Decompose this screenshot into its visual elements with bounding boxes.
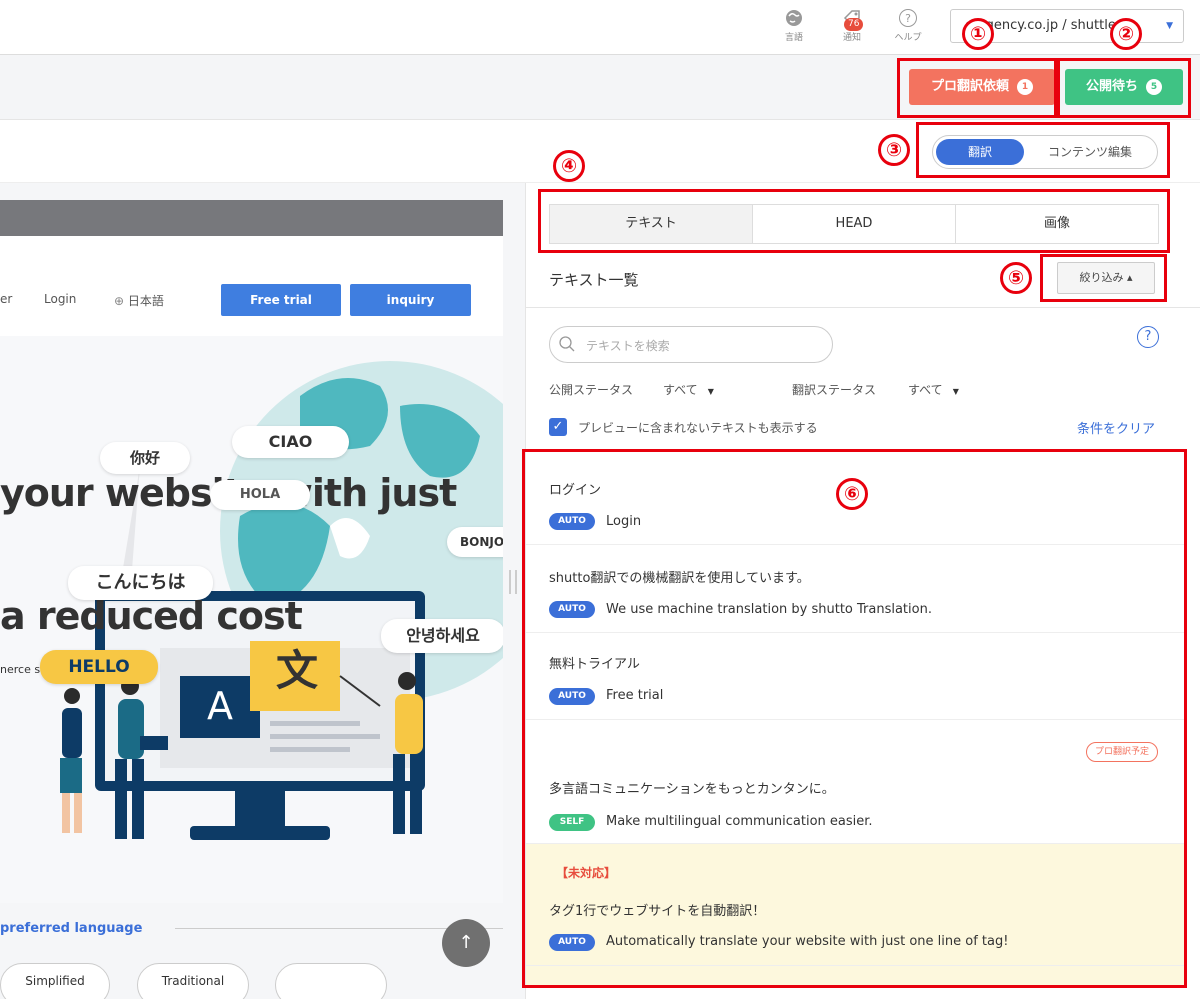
hero-heading-line2: a reduced cost (0, 594, 303, 638)
globe-icon: ⊕ (114, 294, 128, 308)
site-preview: er Login ⊕ 日本語 Free trial inquiry your w… (0, 183, 526, 999)
globe-icon (786, 10, 802, 26)
language-chip-other[interactable] (275, 963, 387, 999)
notification-count-badge: 76 (844, 18, 864, 31)
question-circle-icon[interactable]: ? (1137, 326, 1159, 348)
translation-status-select[interactable]: すべて ▼ (908, 381, 959, 398)
preview-nav-login[interactable]: Login (44, 292, 76, 306)
annotation-number-6: ⑥ (836, 478, 868, 510)
preview-hero: your website with just a reduced cost ne… (0, 336, 503, 903)
panel-divider (526, 307, 1200, 308)
search-placeholder: テキストを検索 (586, 339, 670, 353)
bubble-hola: HOLA (210, 480, 310, 510)
annotation-number-2: ② (1110, 18, 1142, 50)
search-icon (559, 336, 575, 352)
pane-resize-handle[interactable] (509, 570, 517, 594)
show-hidden-texts-label: プレビューに含まれないテキストも表示する (578, 421, 818, 435)
question-circle-icon: ? (899, 9, 917, 27)
language-label: 言語 (784, 33, 803, 43)
language-chip-simplified[interactable]: Simplified (0, 963, 110, 999)
help-menu[interactable]: ? ヘルプ (888, 8, 928, 43)
preview-nav-language-label: 日本語 (127, 294, 164, 308)
annotation-box-2 (1057, 58, 1191, 118)
show-hidden-texts-checkbox[interactable]: ✓ (549, 418, 567, 436)
svg-text:?: ? (905, 12, 911, 25)
clear-filters-link[interactable]: 条件をクリア (1077, 418, 1155, 437)
annotation-box-5 (1040, 254, 1167, 302)
annotation-number-5: ⑤ (1000, 262, 1032, 294)
publish-status-value: すべて (663, 383, 698, 397)
annotation-number-4: ④ (553, 150, 585, 182)
annotation-number-3: ③ (878, 134, 910, 166)
bubble-nihao: 你好 (100, 442, 190, 474)
translation-status-label: 翻訳ステータス (792, 383, 877, 397)
annotation-box-4 (538, 189, 1170, 253)
annotation-box-6 (522, 449, 1187, 988)
bubble-ciao: CIAO (232, 426, 349, 458)
top-bar: 言語 通知 76 ? ヘルプ e-agency.co.jp / shuttle … (0, 0, 1200, 55)
preview-nav-language[interactable]: ⊕ 日本語 (114, 292, 164, 309)
chevron-down-icon: ▼ (1166, 21, 1173, 31)
bubble-annyeong: 안녕하세요 (381, 619, 503, 653)
preview-top-band (0, 200, 503, 236)
bubble-moji: 文 (275, 646, 318, 695)
annotation-number-1: ① (962, 18, 994, 50)
language-menu[interactable]: 言語 (774, 8, 814, 43)
help-label: ヘルプ (894, 33, 922, 43)
preferred-language-heading: preferred language (0, 921, 143, 936)
publish-status-select[interactable]: すべて ▼ (663, 381, 714, 398)
scroll-to-top-button[interactable]: ↑ (442, 919, 490, 967)
text-list-title: テキスト一覧 (549, 271, 639, 289)
translation-status-value: すべて (908, 383, 943, 397)
preview-free-trial-button[interactable]: Free trial (221, 284, 341, 316)
language-chip-traditional[interactable]: Traditional (137, 963, 249, 999)
caret-down-icon: ▼ (952, 387, 959, 396)
preview-nav-partial: er (0, 292, 13, 306)
preview-inquiry-button[interactable]: inquiry (350, 284, 471, 316)
publish-status-label: 公開ステータス (549, 383, 634, 397)
bubble-a: A (207, 684, 233, 728)
caret-down-icon: ▼ (707, 387, 714, 396)
bubble-hello: HELLO (40, 650, 158, 684)
annotation-box-1 (897, 58, 1057, 118)
annotation-box-3 (916, 122, 1170, 178)
bubble-bonjour: BONJO (447, 527, 503, 557)
bubble-konnichiwa: こんにちは (68, 566, 213, 600)
notifications-label: 通知 (842, 33, 861, 43)
